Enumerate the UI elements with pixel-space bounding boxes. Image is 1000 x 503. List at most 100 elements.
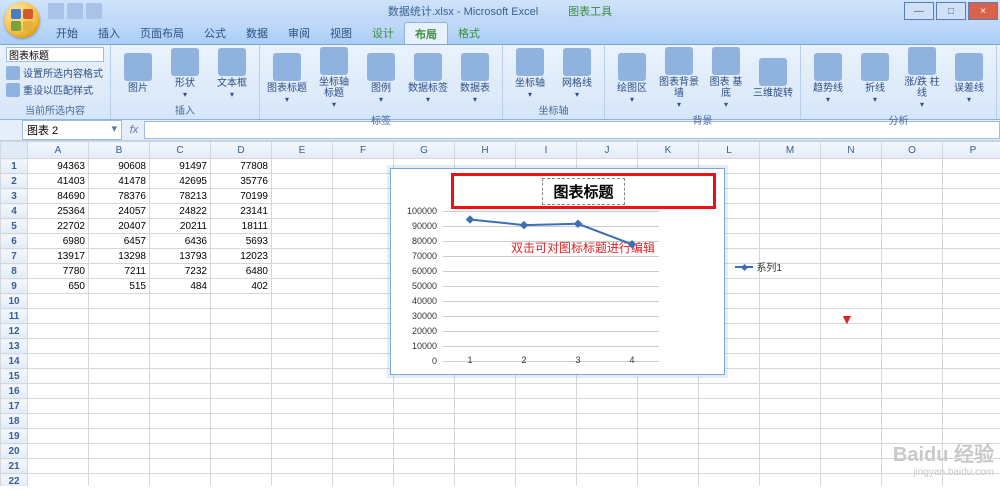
cell[interactable] <box>455 429 516 444</box>
row-header-4[interactable]: 4 <box>1 204 28 219</box>
cell[interactable] <box>943 309 1000 324</box>
cell[interactable]: 650 <box>28 279 89 294</box>
cell[interactable]: 41478 <box>89 174 150 189</box>
cell[interactable]: 78376 <box>89 189 150 204</box>
cell[interactable] <box>882 234 943 249</box>
cell[interactable] <box>760 324 821 339</box>
cell[interactable] <box>394 384 455 399</box>
cell[interactable] <box>821 294 882 309</box>
cell[interactable] <box>760 159 821 174</box>
cell[interactable] <box>28 429 89 444</box>
cell[interactable] <box>516 474 577 487</box>
cell[interactable] <box>943 384 1000 399</box>
cell[interactable] <box>577 429 638 444</box>
cell[interactable] <box>272 384 333 399</box>
cell[interactable] <box>882 159 943 174</box>
data-label-button[interactable]: 数据标签 <box>407 53 449 105</box>
col-header-L[interactable]: L <box>699 142 760 159</box>
cell[interactable] <box>577 384 638 399</box>
cell[interactable] <box>333 324 394 339</box>
cell[interactable] <box>333 234 394 249</box>
col-header-K[interactable]: K <box>638 142 699 159</box>
cell[interactable]: 94363 <box>28 159 89 174</box>
cell[interactable]: 23141 <box>211 204 272 219</box>
cell[interactable] <box>150 429 211 444</box>
cell[interactable] <box>333 264 394 279</box>
cell[interactable] <box>394 474 455 487</box>
cell[interactable]: 42695 <box>150 174 211 189</box>
cell[interactable] <box>821 159 882 174</box>
cell[interactable]: 84690 <box>28 189 89 204</box>
embedded-chart[interactable]: 图表标题 双击可对图标标题进行编辑 0100002000030000400005… <box>390 168 725 375</box>
cell[interactable] <box>577 444 638 459</box>
cell[interactable] <box>272 294 333 309</box>
cell[interactable] <box>272 474 333 487</box>
chart-legend[interactable]: 系列1 <box>735 259 782 274</box>
cell[interactable] <box>28 294 89 309</box>
cell[interactable] <box>516 414 577 429</box>
cell[interactable]: 22702 <box>28 219 89 234</box>
cell[interactable] <box>638 399 699 414</box>
tab-设计[interactable]: 设计 <box>362 22 404 44</box>
cell[interactable] <box>821 354 882 369</box>
cell[interactable] <box>28 339 89 354</box>
trendline-button[interactable]: 趋势线 <box>807 53 849 105</box>
formula-input[interactable] <box>144 121 1000 139</box>
cell[interactable] <box>28 324 89 339</box>
cell[interactable] <box>760 384 821 399</box>
cell[interactable]: 25364 <box>28 204 89 219</box>
cell[interactable] <box>211 474 272 487</box>
cell[interactable] <box>943 219 1000 234</box>
cell[interactable] <box>333 369 394 384</box>
cell[interactable] <box>882 219 943 234</box>
axis-title-button[interactable]: 坐标轴 标题 <box>313 47 355 110</box>
cell[interactable] <box>272 189 333 204</box>
cell[interactable] <box>89 339 150 354</box>
chart-floor-button[interactable]: 图表 基底 <box>705 47 747 110</box>
cell[interactable] <box>272 354 333 369</box>
cell[interactable] <box>943 279 1000 294</box>
col-header-B[interactable]: B <box>89 142 150 159</box>
cell[interactable] <box>333 294 394 309</box>
cell[interactable] <box>699 459 760 474</box>
cell[interactable] <box>577 459 638 474</box>
cell[interactable] <box>272 339 333 354</box>
chart-title[interactable]: 图表标题 <box>542 178 624 205</box>
cell[interactable] <box>394 459 455 474</box>
cell[interactable] <box>516 459 577 474</box>
error-bars-button[interactable]: 误差线 <box>948 53 990 105</box>
tab-插入[interactable]: 插入 <box>88 22 130 44</box>
cell[interactable] <box>150 384 211 399</box>
tab-页面布局[interactable]: 页面布局 <box>130 22 194 44</box>
row-header-19[interactable]: 19 <box>1 429 28 444</box>
cell[interactable] <box>272 444 333 459</box>
tab-布局[interactable]: 布局 <box>404 22 448 44</box>
row-header-14[interactable]: 14 <box>1 354 28 369</box>
cell[interactable] <box>760 189 821 204</box>
col-header-F[interactable]: F <box>333 142 394 159</box>
window-close-button[interactable]: × <box>968 2 998 20</box>
cell[interactable] <box>882 324 943 339</box>
cell[interactable] <box>821 414 882 429</box>
cell[interactable] <box>150 309 211 324</box>
cell[interactable] <box>150 324 211 339</box>
cell[interactable] <box>333 159 394 174</box>
selection-combo[interactable] <box>6 47 104 62</box>
cell[interactable] <box>333 384 394 399</box>
cell[interactable] <box>28 309 89 324</box>
cell[interactable] <box>882 309 943 324</box>
cell[interactable]: 484 <box>150 279 211 294</box>
cell[interactable] <box>943 249 1000 264</box>
cell[interactable] <box>89 429 150 444</box>
cell[interactable] <box>516 429 577 444</box>
cell[interactable] <box>211 339 272 354</box>
cell[interactable] <box>760 354 821 369</box>
row-header-16[interactable]: 16 <box>1 384 28 399</box>
col-header-C[interactable]: C <box>150 142 211 159</box>
tab-开始[interactable]: 开始 <box>46 22 88 44</box>
data-table-button[interactable]: 数据表 <box>454 53 496 105</box>
cell[interactable] <box>821 234 882 249</box>
cell[interactable] <box>89 414 150 429</box>
cell[interactable]: 6436 <box>150 234 211 249</box>
row-header-22[interactable]: 22 <box>1 474 28 487</box>
